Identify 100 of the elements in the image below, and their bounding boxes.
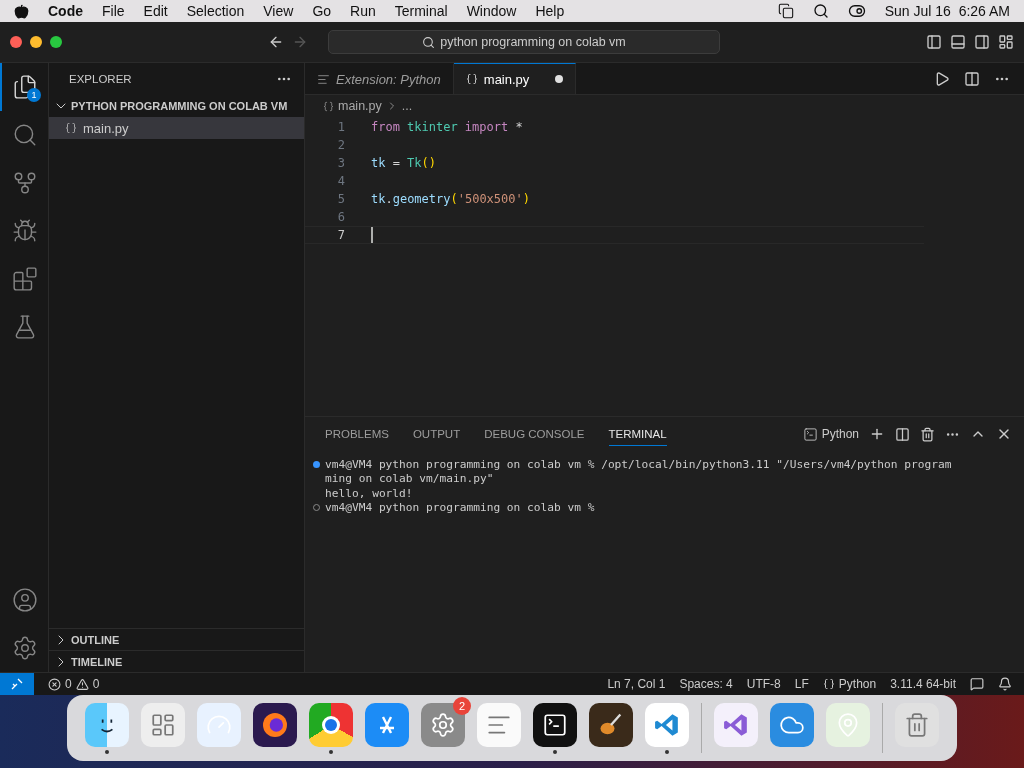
back-arrow-icon[interactable] — [268, 34, 284, 50]
terminal-selector[interactable]: Python — [802, 426, 859, 442]
code-line: from tkinter import * — [371, 120, 523, 134]
sidebar-toggle-icon[interactable] — [926, 34, 942, 50]
terminal-line: ming on colab vm/main.py" — [325, 472, 494, 486]
python-file-icon — [465, 73, 478, 85]
menu-item[interactable]: View — [263, 3, 294, 19]
control-center-icon[interactable] — [847, 2, 866, 20]
menu-item[interactable]: Go — [312, 3, 332, 19]
run-debug-icon — [12, 218, 38, 244]
extensions-icon — [12, 266, 38, 292]
status-item[interactable]: 3.11.4 64-bit — [890, 677, 956, 691]
close-window-button[interactable] — [10, 36, 22, 48]
terminal-line: hello, world! — [325, 486, 413, 500]
error-icon — [48, 677, 61, 691]
folder-row[interactable]: PYTHON PROGRAMMING ON COLAB VM — [49, 95, 304, 117]
secondary-sidebar-icon[interactable] — [974, 34, 990, 50]
cloud-icon[interactable] — [770, 702, 814, 747]
windows-icon[interactable] — [777, 3, 794, 19]
line-number: 2 — [336, 138, 345, 152]
code-editor-icon[interactable] — [645, 702, 689, 747]
ide-icon[interactable] — [714, 702, 758, 747]
file-row[interactable]: main.py — [49, 117, 304, 139]
braces-icon — [822, 678, 835, 690]
status-item[interactable]: LF — [794, 677, 809, 691]
status-item[interactable]: Python — [822, 677, 877, 691]
sidebar-title: EXPLORER — [69, 73, 132, 85]
menu-item[interactable]: Run — [350, 3, 376, 19]
panel-tab[interactable]: PROBLEMS — [325, 422, 389, 446]
text-cursor — [371, 227, 373, 243]
status-item[interactable]: UTF-8 — [746, 677, 781, 691]
terminal-icon[interactable] — [533, 702, 577, 747]
menu-item[interactable]: Terminal — [394, 3, 448, 19]
app-grid-icon[interactable] — [141, 702, 185, 747]
remote-icon — [10, 677, 24, 691]
source-control-icon — [12, 170, 38, 196]
layout-icon[interactable] — [998, 34, 1014, 50]
fox-globe-icon[interactable] — [253, 702, 297, 747]
account-icon — [12, 587, 38, 613]
gear-icon[interactable] — [421, 702, 465, 747]
line-number: 3 — [336, 156, 345, 170]
menu-item[interactable]: Help — [535, 3, 565, 19]
panel-tab[interactable]: TERMINAL — [608, 422, 667, 446]
running-indicator — [553, 749, 557, 754]
menu-item[interactable]: File — [102, 3, 125, 19]
line-number: 7 — [336, 228, 345, 242]
files-icon — [12, 74, 38, 100]
warning-icon — [75, 677, 89, 691]
search-icon[interactable] — [812, 3, 829, 19]
breadcrumb-item[interactable]: ... — [401, 99, 413, 113]
panel-toggle-icon[interactable] — [950, 34, 966, 50]
notification-badge: 2 — [453, 696, 471, 715]
notifications-icon[interactable] — [998, 677, 1012, 691]
clock[interactable]: Sun Jul 16 6:26 AM — [884, 3, 1010, 19]
editor-tab[interactable]: main.py — [453, 63, 577, 94]
code-line: tk.geometry('500x500') — [371, 192, 530, 206]
add-icon[interactable] — [869, 426, 885, 442]
minimize-window-button[interactable] — [30, 36, 42, 48]
guitar-icon[interactable] — [589, 702, 633, 747]
line-number: 1 — [336, 120, 345, 134]
settings-icon — [12, 635, 38, 661]
menu-item[interactable]: Edit — [143, 3, 168, 19]
notepad-icon[interactable] — [477, 702, 521, 747]
apple-icon[interactable] — [14, 3, 29, 19]
split-editor-icon[interactable] — [964, 70, 980, 87]
terminal-line: vm4@VM4 python programming on colab vm % — [325, 501, 595, 515]
command-search-field[interactable]: python programming on colab vm — [328, 30, 720, 54]
terminal-line: vm4@VM4 python programming on colab vm % /opt/local/bin/python3.11 "/Users/vm4/python program — [325, 457, 952, 471]
menu-item[interactable]: Selection — [186, 3, 245, 19]
feedback-icon[interactable] — [970, 677, 984, 691]
python-file-icon — [65, 122, 77, 134]
search-icon — [12, 122, 38, 148]
count-badge: 1 — [27, 88, 41, 102]
code-line: tk = Tk() — [371, 156, 436, 170]
status-item[interactable]: Ln 7, Col 1 — [607, 677, 666, 691]
panel-tab[interactable]: OUTPUT — [412, 422, 461, 446]
preview-icon — [317, 72, 330, 86]
delete-icon[interactable] — [920, 426, 935, 442]
status-item[interactable]: Spaces: 4 — [679, 677, 733, 691]
problems-status[interactable]: 0 0 — [48, 677, 100, 691]
python-file-icon — [323, 100, 334, 112]
trash-can-icon[interactable] — [895, 702, 939, 747]
section-header[interactable]: OUTLINE — [49, 628, 304, 650]
unsaved-dot — [555, 75, 564, 83]
zoom-window-button[interactable] — [50, 36, 62, 48]
line-number: 5 — [336, 192, 345, 206]
line-number: 4 — [336, 174, 345, 188]
running-indicator — [105, 749, 109, 754]
round-logo-icon[interactable] — [309, 702, 353, 747]
split-terminal-icon[interactable] — [895, 426, 910, 442]
menu-item[interactable]: Window — [466, 3, 517, 19]
run-icon[interactable] — [934, 70, 950, 87]
app-menu[interactable]: Code — [48, 3, 83, 19]
running-indicator — [665, 749, 669, 754]
breadcrumb-item[interactable]: main.py — [338, 99, 382, 113]
running-indicator — [329, 749, 333, 754]
letter-a-icon[interactable] — [365, 702, 409, 747]
terminal-icon — [802, 426, 818, 442]
panel-tab[interactable]: DEBUG CONSOLE — [484, 422, 585, 446]
line-number: 6 — [336, 210, 345, 224]
